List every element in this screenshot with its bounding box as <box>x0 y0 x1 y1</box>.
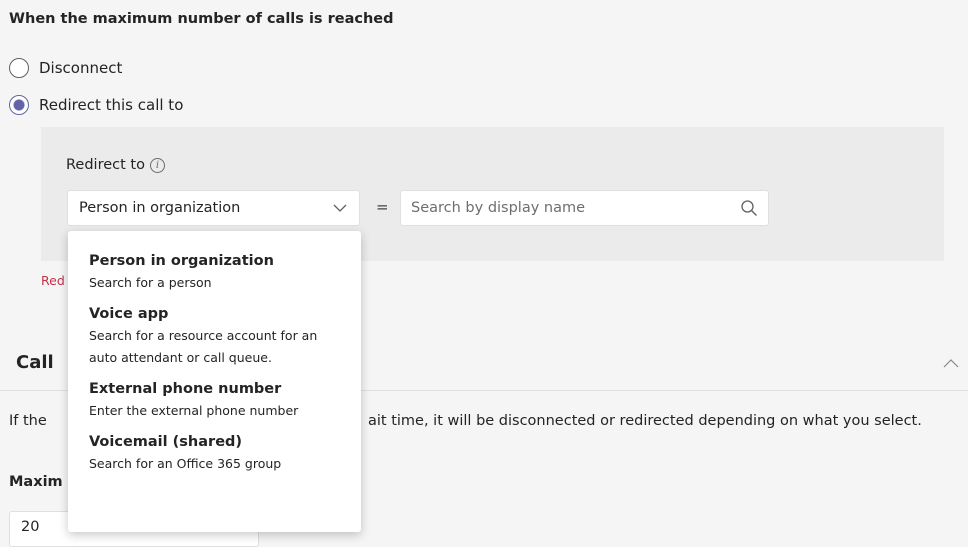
menu-item-person[interactable]: Person in organization Search for a pers… <box>68 250 361 294</box>
redirect-to-text: Redirect to <box>66 157 145 173</box>
menu-item-title: Person in organization <box>89 253 274 269</box>
menu-item-voicemail[interactable]: Voicemail (shared) Search for an Office … <box>68 431 361 475</box>
menu-item-title: Voicemail (shared) <box>89 434 243 450</box>
menu-item-desc: Search for a person <box>89 275 212 290</box>
menu-item-desc: Enter the external phone number <box>89 403 299 418</box>
redirect-to-label: Redirect to i <box>66 157 165 173</box>
overflow-heading: When the maximum number of calls is reac… <box>9 11 394 27</box>
redirect-radio[interactable] <box>9 95 29 115</box>
menu-item-title: Voice app <box>89 306 169 322</box>
disconnect-radio[interactable] <box>9 58 29 78</box>
redirect-type-value: Person in organization <box>79 200 241 216</box>
redirect-type-menu: Person in organization Search for a pers… <box>68 231 361 532</box>
max-wait-label: Maxim <box>9 474 63 490</box>
search-input[interactable]: Search by display name <box>411 200 585 216</box>
disconnect-radio-option[interactable]: Disconnect <box>9 58 122 78</box>
menu-item-external-number[interactable]: External phone number Enter the external… <box>68 378 361 422</box>
redirect-type-dropdown[interactable]: Person in organization <box>67 190 360 226</box>
timeout-description-right: ait time, it will be disconnected or red… <box>368 413 922 429</box>
display-name-search[interactable]: Search by display name <box>400 190 769 226</box>
info-icon[interactable]: i <box>149 157 165 173</box>
redirect-label: Redirect this call to <box>39 96 184 114</box>
timeout-description-left: If the <box>9 413 47 429</box>
redirect-radio-option[interactable]: Redirect this call to <box>9 95 183 115</box>
menu-item-desc: Search for an Office 365 group <box>89 456 282 471</box>
error-message: Red <box>41 273 65 288</box>
disconnect-label: Disconnect <box>39 59 123 77</box>
menu-item-title: External phone number <box>89 381 282 397</box>
equals-sign: = <box>376 198 389 216</box>
search-icon <box>741 200 757 216</box>
menu-item-desc: Search for a resource account for an aut… <box>89 328 318 365</box>
chevron-down-icon <box>333 204 347 212</box>
menu-item-voice-app[interactable]: Voice app Search for a resource account … <box>68 303 361 369</box>
chevron-up-icon[interactable] <box>942 356 960 370</box>
call-timeout-title: Call <box>16 352 54 373</box>
